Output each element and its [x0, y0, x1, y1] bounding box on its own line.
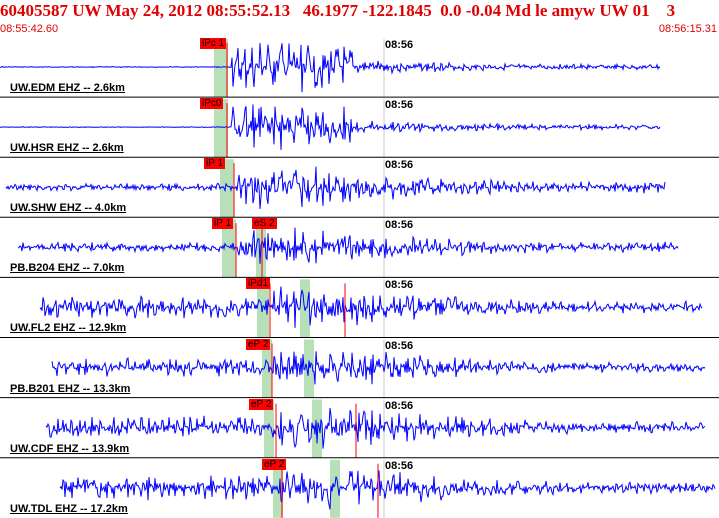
phase-pick-tag[interactable]: eP 2: [246, 338, 271, 350]
station-label: UW.FL2 EHZ -- 12.9km: [10, 322, 127, 335]
minute-tick-label: 08:56: [385, 99, 414, 112]
seismic-waveform: [51, 351, 706, 385]
phase-pick-tag[interactable]: iPd1: [246, 278, 271, 290]
seismic-waveform: [45, 407, 706, 449]
phase-pick-tag[interactable]: iPc0: [200, 98, 224, 110]
phase-pick-tag[interactable]: iP 1: [212, 218, 234, 230]
station-label: UW.HSR EHZ -- 2.6km: [10, 142, 124, 155]
phase-pick-tag[interactable]: eP 2: [249, 398, 274, 410]
station-label: UW.CDF EHZ -- 13.9km: [10, 442, 130, 455]
minute-tick-label: 08:56: [385, 159, 414, 172]
seismic-waveform: [59, 470, 716, 510]
phase-pick-tag[interactable]: iPc 1: [200, 38, 227, 49]
event-title: 60405587 UW May 24, 2012 08:55:52.13 46.…: [0, 1, 676, 20]
minute-tick-label: 08:56: [385, 279, 414, 292]
station-label: UW.EDM EHZ -- 2.6km: [10, 82, 125, 94]
minute-tick-label: 08:56: [385, 459, 414, 472]
minute-tick-label: 08:56: [385, 399, 414, 412]
station-label: PB.B204 EHZ -- 7.0km: [10, 262, 125, 275]
end-time: 08:56:15.31: [658, 23, 717, 35]
seismogram-panel[interactable]: UW.EDM EHZ -- 2.6km 08:56 iPc 1 UW.HSR EHZ …: [0, 37, 719, 518]
station-label: PB.B201 EHZ -- 13.3km: [10, 382, 131, 395]
seismic-waveform: [39, 286, 703, 328]
phase-pick-tag[interactable]: eP 2: [262, 458, 287, 470]
event-header: 60405587 UW May 24, 2012 08:55:52.13 46.…: [0, 0, 719, 36]
station-label: UW.SHW EHZ -- 4.0km: [10, 202, 127, 215]
phase-pick-tag[interactable]: iP 1: [204, 158, 226, 170]
station-label: UW.TDL EHZ -- 17.2km: [10, 502, 128, 515]
start-time: 08:55:42.60: [0, 23, 59, 35]
minute-tick-label: 08:56: [385, 39, 414, 51]
phase-pick-tag[interactable]: eS 2: [252, 218, 277, 230]
minute-tick-label: 08:56: [385, 219, 414, 232]
minute-tick-label: 08:56: [385, 339, 414, 352]
seismic-waveform: [17, 227, 679, 264]
